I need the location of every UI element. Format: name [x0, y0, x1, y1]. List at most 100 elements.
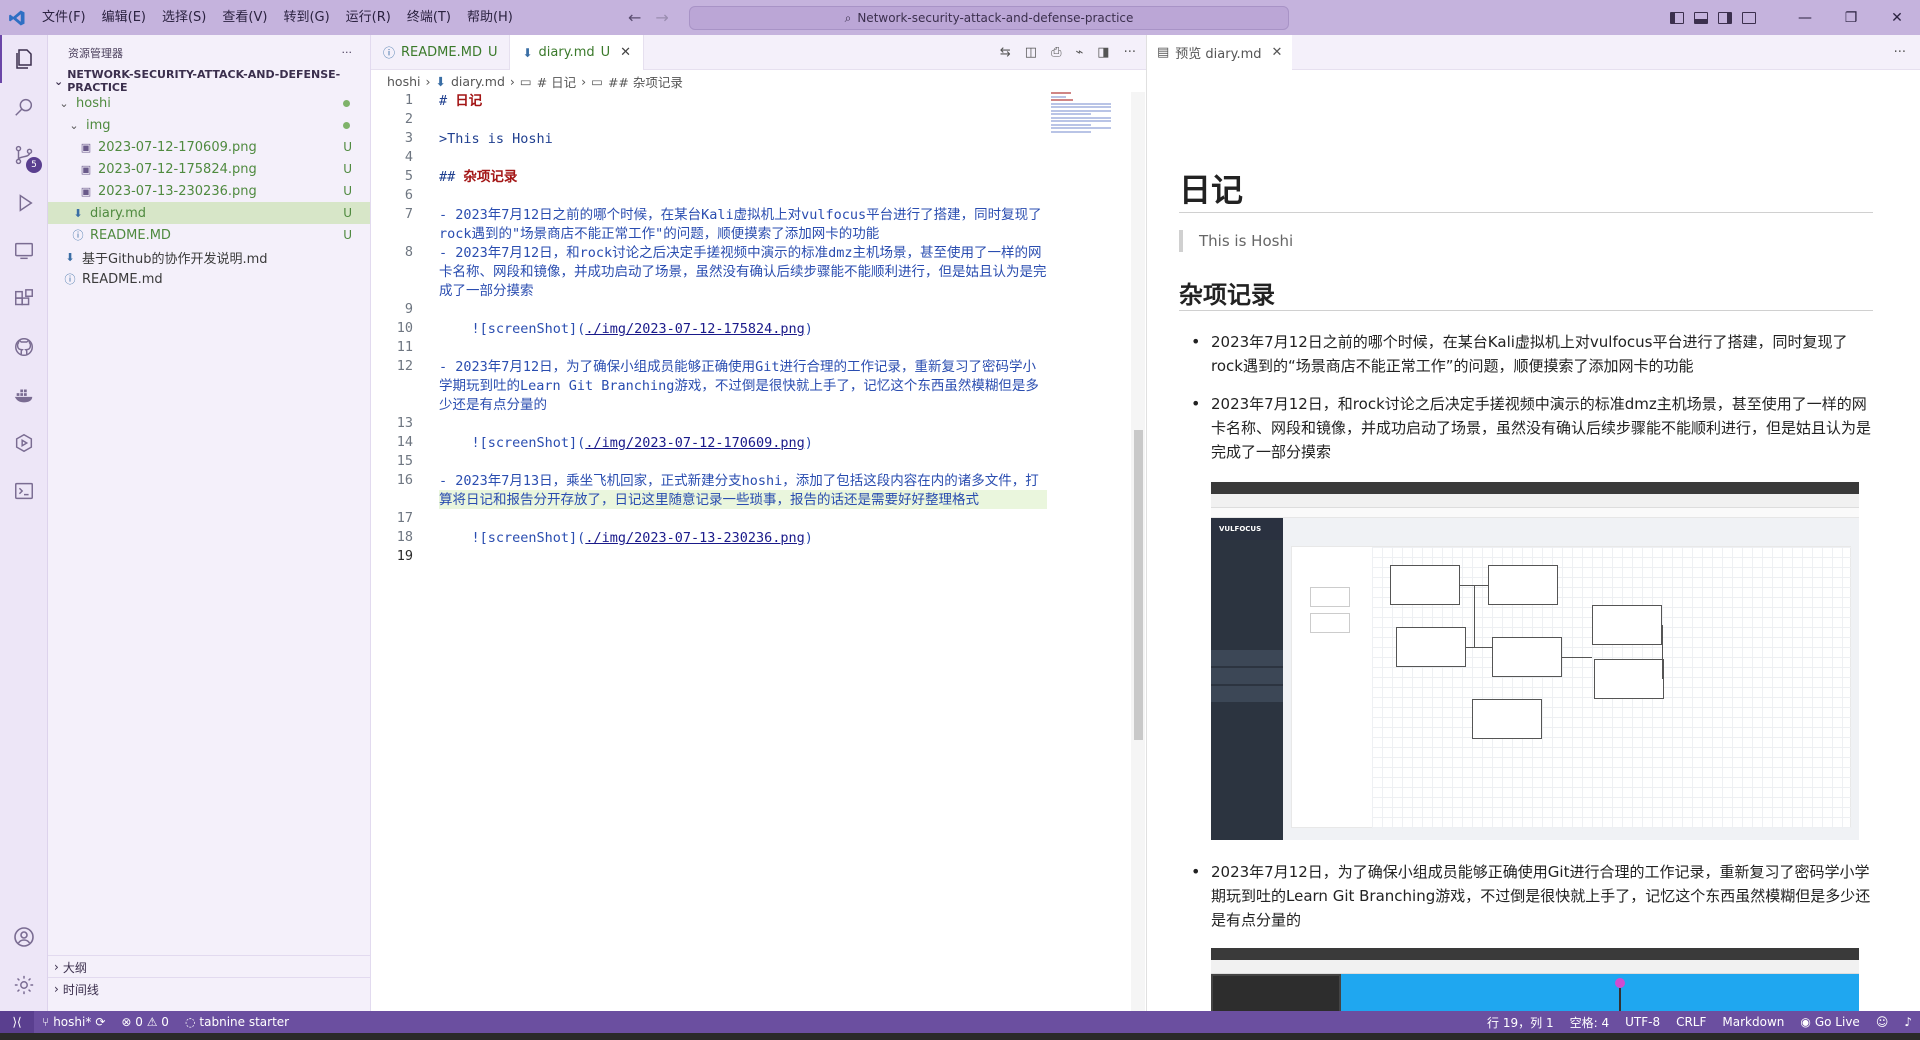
end-of-line[interactable]: CRLF	[1668, 1011, 1714, 1033]
tree-file-png2[interactable]: ▣ 2023-07-12-175824.png U	[48, 158, 370, 180]
terminal-activity-icon[interactable]	[0, 467, 48, 515]
code-editor[interactable]: 1 2 3 4 5 6 7 8 9 10 11 12 13 14 15 16 1…	[371, 92, 1146, 1011]
explorer-icon[interactable]	[0, 35, 48, 83]
run-debug-icon[interactable]	[0, 179, 48, 227]
docker-icon[interactable]	[0, 371, 48, 419]
toggle-sidebar-icon[interactable]	[1670, 11, 1684, 24]
minimap[interactable]	[1051, 92, 1121, 152]
git-branch-icon: ⑂	[42, 1015, 50, 1029]
toggle-secondary-sidebar-icon[interactable]	[1718, 11, 1732, 24]
line-number: 13	[396, 415, 413, 431]
problems-indicator[interactable]: ⊗ 0 ⚠ 0	[113, 1011, 177, 1033]
print-icon[interactable]: ⎙	[1051, 45, 1061, 60]
menu-selection[interactable]: 选择(S)	[154, 0, 214, 35]
tree-file-readme-root[interactable]: ⓘ README.md	[48, 268, 370, 290]
open-preview-icon[interactable]: ◫	[1025, 45, 1037, 60]
back-arrow-icon[interactable]: ←	[628, 8, 641, 27]
account-icon[interactable]	[0, 913, 48, 961]
tabnine-indicator[interactable]: ◌ tabnine starter	[177, 1011, 297, 1033]
minimize-button[interactable]: —	[1782, 0, 1828, 35]
remote-indicator-icon[interactable]: ⟩⟨	[0, 1011, 34, 1033]
menu-file[interactable]: 文件(F)	[34, 0, 94, 35]
terminal-panel	[1211, 974, 1341, 1011]
timeline-section[interactable]: › 时间线	[48, 977, 371, 1000]
notifications-bell-icon[interactable]: ♪	[1896, 1011, 1920, 1033]
go-live-button[interactable]: ◉ Go Live	[1792, 1011, 1867, 1033]
encoding[interactable]: UTF-8	[1617, 1011, 1668, 1033]
format-icon[interactable]: ⌁	[1075, 45, 1083, 60]
explorer-sidebar: 资源管理器 ··· ⌄ NETWORK-SECURITY-ATTACK-AND-…	[48, 35, 371, 1011]
menu-terminal[interactable]: 终端(T)	[399, 0, 459, 35]
remote-explorer-icon[interactable]	[0, 227, 48, 275]
heading-rule	[1179, 310, 1873, 311]
menu-go[interactable]: 转到(G)	[275, 0, 337, 35]
more-actions-icon[interactable]: ···	[342, 46, 353, 59]
search-activity-icon[interactable]	[0, 83, 48, 131]
tree-file-diary[interactable]: ⬇ diary.md U	[48, 202, 370, 224]
tab-git-status: U	[487, 45, 498, 60]
menu-view[interactable]: 查看(V)	[214, 0, 275, 35]
breadcrumb: hoshi › ⬇ diary.md › ▭ # 日记 › ▭ ## 杂项记录	[371, 70, 1146, 92]
tree-file-github-doc[interactable]: ⬇ 基于Github的协作开发说明.md	[48, 246, 370, 268]
line-number: 2	[404, 111, 413, 127]
more-actions-icon[interactable]: ···	[1124, 45, 1136, 60]
tree-folder-hoshi[interactable]: ⌄ hoshi	[48, 92, 370, 114]
workspace-section-header[interactable]: ⌄ NETWORK-SECURITY-ATTACK-AND-DEFENSE-PR…	[48, 68, 370, 94]
image-link-path[interactable]: ./img/2023-07-13-230236.png	[585, 530, 804, 546]
line-number: 11	[396, 339, 413, 355]
extensions-icon[interactable]	[0, 275, 48, 323]
tree-folder-img[interactable]: ⌄ img	[48, 114, 370, 136]
close-tab-icon[interactable]: ✕	[620, 45, 631, 60]
cursor-position[interactable]: 行 19，列 1	[1479, 1011, 1562, 1033]
language-mode[interactable]: Markdown	[1714, 1011, 1792, 1033]
forward-arrow-icon[interactable]: →	[655, 8, 668, 27]
settings-gear-icon[interactable]	[0, 961, 48, 1009]
tab-readme[interactable]: ⓘ README.MD U	[371, 35, 511, 70]
tab-preview[interactable]: ▤ 预览 diary.md ✕	[1147, 34, 1293, 70]
info-file-icon: ⓘ	[383, 46, 396, 60]
source-control-icon[interactable]: 5	[0, 131, 48, 179]
testing-icon[interactable]	[0, 419, 48, 467]
problems-count: ⊗ 0 ⚠ 0	[121, 1015, 169, 1029]
tree-file-png3[interactable]: ▣ 2023-07-13-230236.png U	[48, 180, 370, 202]
tree-item-label: 2023-07-13-230236.png	[98, 183, 257, 199]
image-link-path[interactable]: ./img/2023-07-12-170609.png	[585, 435, 804, 451]
go-live-label: Go Live	[1814, 1015, 1860, 1029]
outline-section[interactable]: › 大纲	[48, 955, 371, 978]
split-editor-icon[interactable]: ◨	[1097, 45, 1109, 60]
toggle-panel-icon[interactable]	[1694, 11, 1708, 24]
customize-layout-icon[interactable]	[1742, 11, 1756, 24]
close-window-button[interactable]: ✕	[1874, 0, 1920, 35]
indentation[interactable]: 空格: 4	[1562, 1011, 1618, 1033]
line-number: 4	[404, 149, 413, 165]
compare-changes-icon[interactable]: ⇆	[1000, 45, 1011, 60]
feedback-icon[interactable]: ☺	[1868, 1011, 1897, 1033]
code-line-12: - 2023年7月12日，为了确保小组成员能够正确使用Git进行合理的工作记录，…	[439, 359, 1039, 413]
breadcrumb-h1[interactable]: # 日记	[537, 72, 576, 91]
command-center-search[interactable]: ⌕ Network-security-attack-and-defense-pr…	[689, 6, 1289, 30]
tab-diary[interactable]: ⬇ diary.md U ✕	[510, 35, 645, 70]
more-actions-icon[interactable]: ···	[1894, 45, 1906, 60]
editor-actions: ⇆ ◫ ⎙ ⌁ ◨ ···	[1000, 35, 1136, 70]
tree-item-label: 2023-07-12-175824.png	[98, 161, 257, 177]
menu-edit[interactable]: 编辑(E)	[94, 0, 154, 35]
maximize-button[interactable]: ❐	[1828, 0, 1874, 35]
image-file-icon: ▣	[80, 140, 92, 154]
close-tab-icon[interactable]: ✕	[1272, 45, 1283, 60]
editor-scroll-thumb[interactable]	[1134, 430, 1143, 740]
tree-file-png1[interactable]: ▣ 2023-07-12-170609.png U	[48, 136, 370, 158]
breadcrumb-folder[interactable]: hoshi	[387, 74, 420, 89]
image-link-path[interactable]: ./img/2023-07-12-175824.png	[585, 321, 804, 337]
line-number: 14	[396, 434, 413, 450]
github-icon[interactable]	[0, 323, 48, 371]
taskbar-strip	[0, 1033, 1920, 1040]
branch-indicator[interactable]: ⑂ hoshi* ⟳	[34, 1011, 113, 1033]
command-center-label: Network-security-attack-and-defense-prac…	[857, 11, 1134, 25]
menu-help[interactable]: 帮助(H)	[459, 0, 521, 35]
menu-run[interactable]: 运行(R)	[338, 0, 399, 35]
explorer-title: 资源管理器	[68, 46, 123, 60]
tree-item-label: img	[86, 117, 111, 133]
breadcrumb-file[interactable]: diary.md	[451, 74, 505, 89]
tree-file-readme-inner[interactable]: ⓘ README.MD U	[48, 224, 370, 246]
breadcrumb-h2[interactable]: ## 杂项记录	[608, 72, 683, 91]
